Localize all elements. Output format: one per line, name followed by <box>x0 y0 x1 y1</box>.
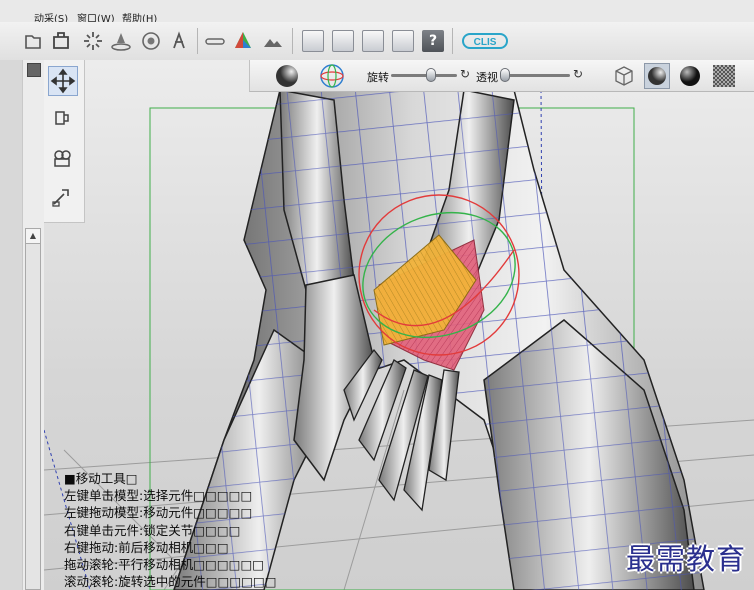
watermark-logo: 最需教育 <box>625 542 746 576</box>
move-tool-button[interactable] <box>48 66 78 96</box>
help-line: 左键拖动模型:移动元件□□□□□ <box>64 505 253 521</box>
clis-logo-label: CLIS <box>474 37 497 48</box>
rotate-label: 旋转 <box>367 71 389 84</box>
shading-sphere-icon[interactable] <box>274 63 300 89</box>
help-line: 左键单击模型:选择元件□□□□□ <box>64 488 253 504</box>
terrain-icon[interactable] <box>260 28 286 54</box>
menu-bar: 动采(S) 窗口(W) 帮助(H) <box>0 0 754 25</box>
camera-tool-button[interactable] <box>48 144 78 174</box>
rotate-reset-icon[interactable]: ↻ <box>460 67 470 81</box>
perspective-slider-track[interactable] <box>500 74 570 77</box>
panel-clock-button[interactable] <box>392 30 414 52</box>
cube-view-icon[interactable] <box>612 64 636 88</box>
panel-close-icon[interactable] <box>27 63 41 77</box>
globe-axes-icon[interactable] <box>319 63 345 89</box>
scroll-up-arrow[interactable]: ▲ <box>26 229 40 244</box>
open-file-icon[interactable] <box>20 28 46 54</box>
panel-stack-button[interactable] <box>332 30 354 52</box>
viewport-toolbar: 旋转 ↻ 透视 ↻ <box>249 60 754 92</box>
panel-scrollbar[interactable]: ▲ <box>25 228 41 590</box>
main-toolbar: ? CLIS <box>0 22 754 61</box>
figure-pose-icon[interactable] <box>166 28 192 54</box>
axis-gizmo-icon[interactable] <box>230 28 256 54</box>
rotate-part-tool-button[interactable] <box>48 104 78 134</box>
move-tool-help: ■移动工具□ 左键单击模型:选择元件□□□□□ 左键拖动模型:移动元件□□□□□… <box>64 470 277 590</box>
help-line: 右键单击元件:锁定关节□□□□ <box>64 522 241 538</box>
save-file-icon[interactable] <box>48 28 74 54</box>
help-title: ■移动工具□ <box>64 471 138 486</box>
tool-palette <box>44 60 85 223</box>
perspective-slider-knob[interactable] <box>500 68 510 82</box>
help-line: 滚动滚轮:旋转选中的元件□□□□□□ <box>64 574 277 590</box>
bone-icon[interactable] <box>202 28 228 54</box>
help-line: 右键拖动:前后移动相机□□□ <box>64 539 229 555</box>
rotate-slider-track[interactable] <box>391 74 457 77</box>
sparkle-tool-icon[interactable] <box>80 28 106 54</box>
clis-logo-icon[interactable]: CLIS <box>462 28 508 54</box>
panel-list-button[interactable] <box>302 30 324 52</box>
panel-camera-button[interactable] <box>362 30 384 52</box>
help-button[interactable]: ? <box>422 30 444 52</box>
shade-mode-solid-icon[interactable] <box>677 63 703 89</box>
texture-pattern-icon[interactable] <box>711 63 737 89</box>
shade-mode-smooth-button[interactable] <box>644 63 670 89</box>
ground-light-icon[interactable] <box>108 28 134 54</box>
light-tool-button[interactable] <box>48 184 78 214</box>
perspective-reset-icon[interactable]: ↻ <box>573 67 583 81</box>
target-icon[interactable] <box>138 28 164 54</box>
rotate-slider-knob[interactable] <box>425 68 436 82</box>
perspective-label: 透视 <box>476 71 498 84</box>
help-line: 拖动滚轮:平行移动相机□□□□□□ <box>64 557 265 573</box>
